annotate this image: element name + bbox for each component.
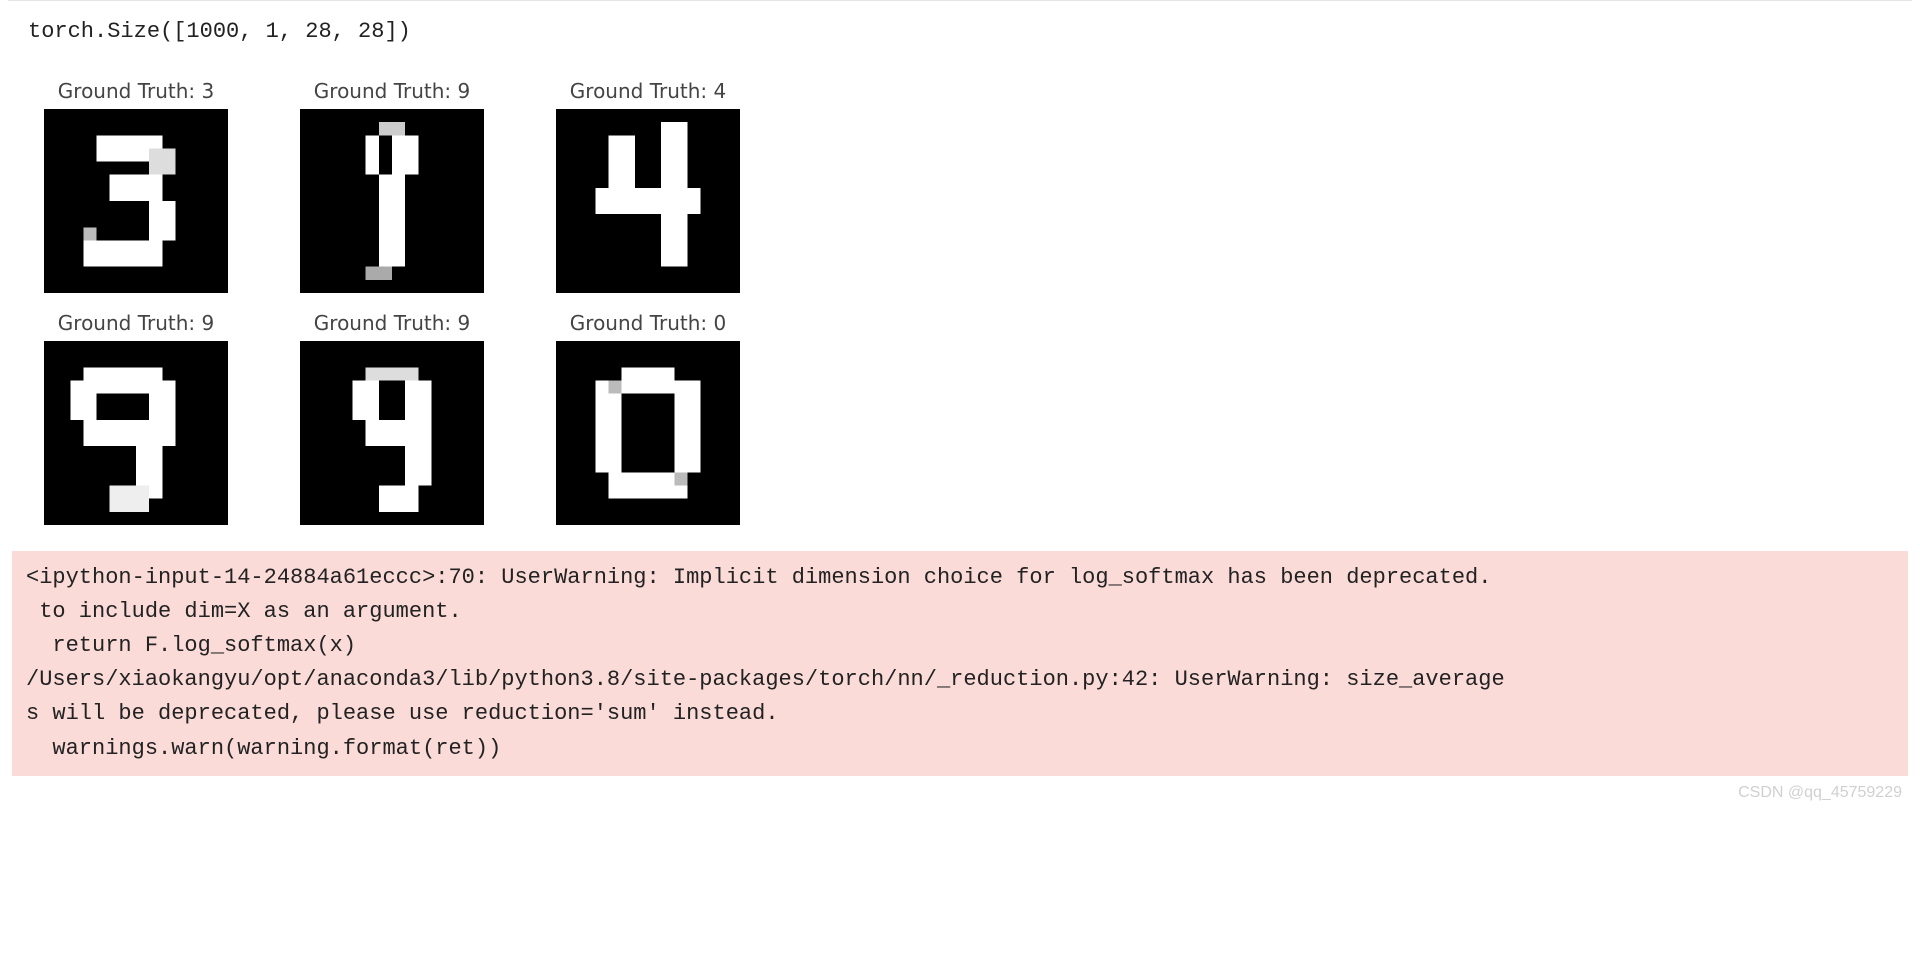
figure-row-2: Ground Truth: 9 Ground Truth: 9 [0,311,1920,525]
cell-separator [8,0,1912,9]
figure-cell: Ground Truth: 0 [556,311,740,525]
figure-title: Ground Truth: 9 [314,311,470,337]
stdout-text: torch.Size([1000, 1, 28, 28]) [0,9,1920,61]
digit-image [556,341,740,525]
figure-cell: Ground Truth: 9 [44,311,228,525]
notebook-output-area: torch.Size([1000, 1, 28, 28]) Ground Tru… [0,0,1920,810]
digit-image [300,109,484,293]
figure-title: Ground Truth: 3 [58,79,214,105]
digit-image [44,109,228,293]
stderr-warning: <ipython-input-14-24884a61eccc>:70: User… [12,551,1908,776]
figure-cell: Ground Truth: 4 [556,79,740,293]
figure-title: Ground Truth: 0 [570,311,726,337]
figure-cell: Ground Truth: 9 [300,79,484,293]
figure-cell: Ground Truth: 3 [44,79,228,293]
watermark-text: CSDN @qq_45759229 [0,782,1920,810]
figure-title: Ground Truth: 9 [58,311,214,337]
figure-row-1: Ground Truth: 3 Ground Truth: 9 [0,79,1920,293]
digit-image [44,341,228,525]
figure-title: Ground Truth: 9 [314,79,470,105]
figure-title: Ground Truth: 4 [570,79,726,105]
digit-image [300,341,484,525]
figure-cell: Ground Truth: 9 [300,311,484,525]
digit-image [556,109,740,293]
